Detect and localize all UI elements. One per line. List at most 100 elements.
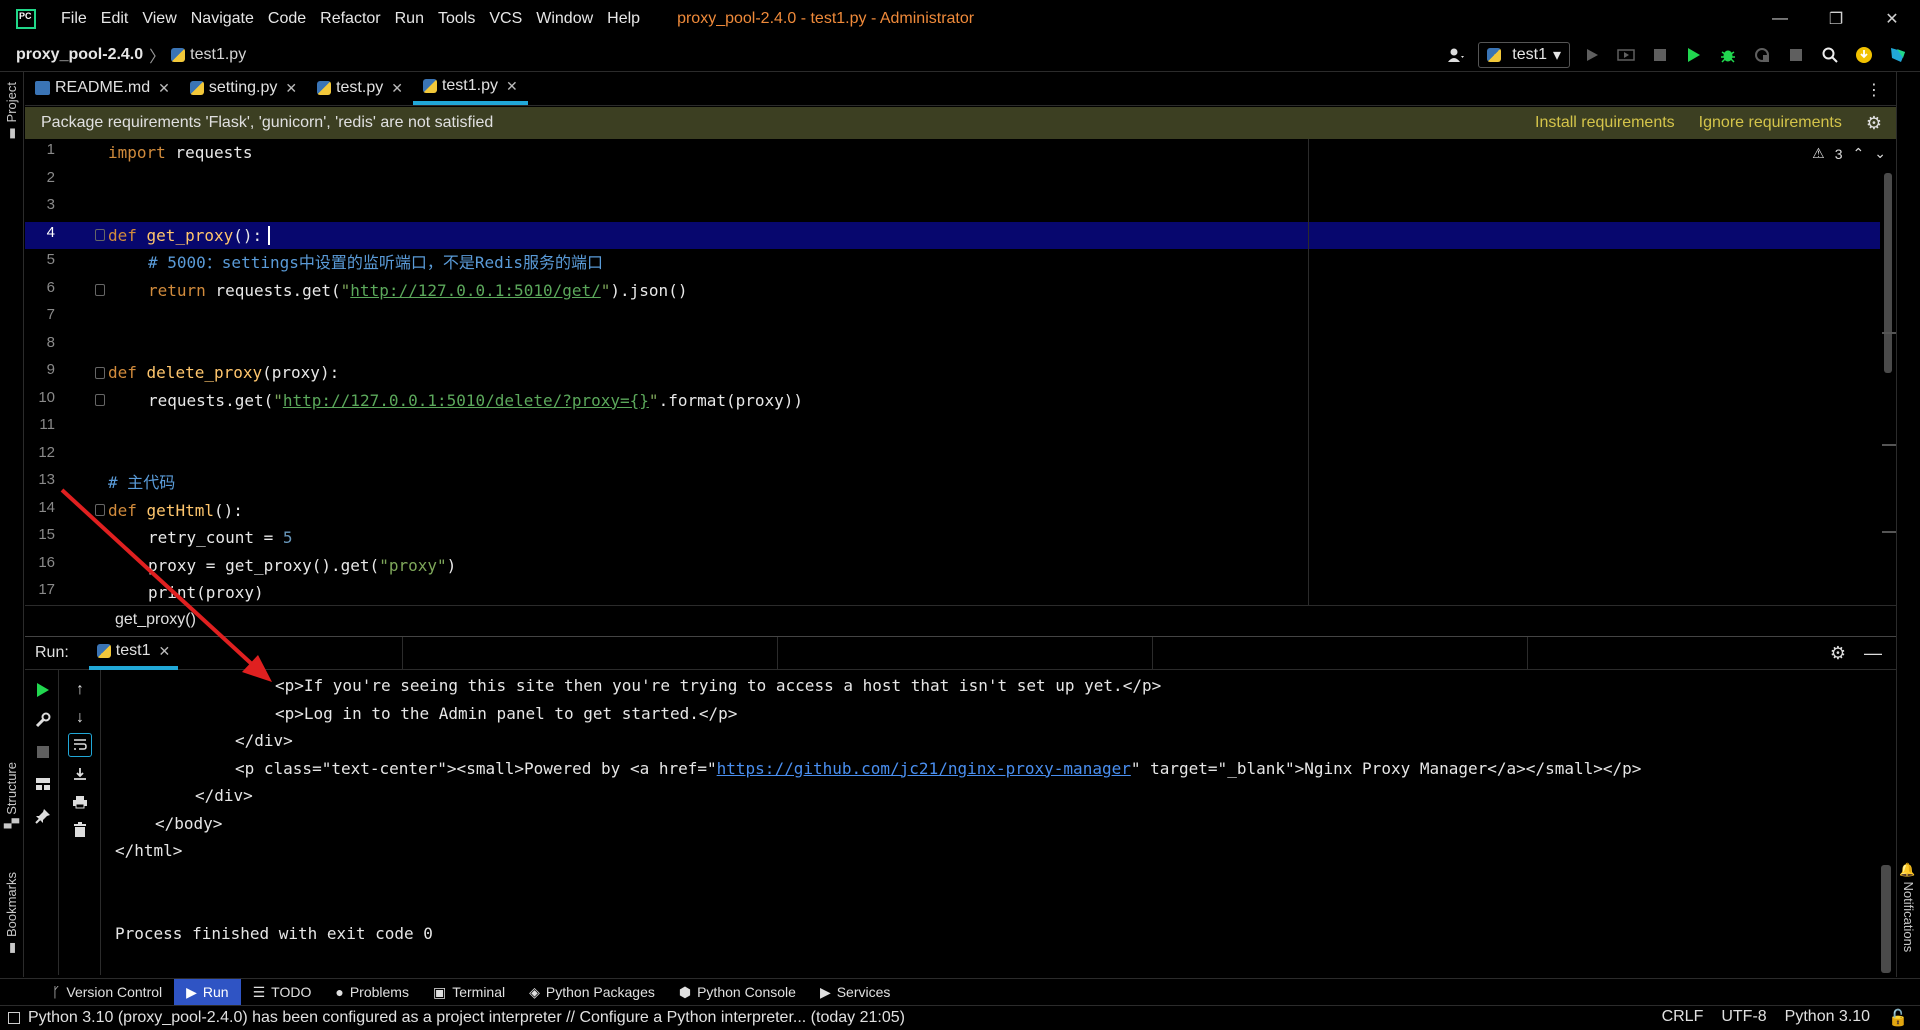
toolwindow-services[interactable]: ▶ Services: [808, 979, 902, 1006]
toolwindow-label: Python Console: [697, 984, 796, 1000]
toolwindow-version-control[interactable]: ᚴ Version Control: [40, 979, 174, 1006]
scroll-to-end-icon[interactable]: [68, 762, 92, 786]
run-tab-test1[interactable]: test1 ✕: [88, 636, 179, 670]
interpreter-widget[interactable]: Python 3.10: [1785, 1008, 1870, 1028]
close-icon[interactable]: ✕: [285, 80, 297, 97]
menu-refactor[interactable]: Refactor: [313, 10, 387, 28]
breadcrumb-project[interactable]: proxy_pool-2.4.0: [16, 46, 143, 64]
menu-vcs[interactable]: VCS: [482, 10, 529, 28]
run-icon[interactable]: [1682, 43, 1706, 67]
chevron-up-icon[interactable]: ⌃: [1853, 145, 1865, 162]
code-editor[interactable]: 1 2 3 4 5 6 7 8 9 10 11 12 13 14 15 16 1…: [25, 139, 1896, 605]
code-line-14: def getHtml():: [108, 497, 243, 525]
tab-readme[interactable]: README.md ✕: [25, 71, 180, 105]
user-icon[interactable]: [1444, 43, 1468, 67]
chevron-down-icon[interactable]: ⌄: [1874, 145, 1886, 162]
lock-icon[interactable]: 🔓: [1888, 1008, 1908, 1028]
restore-button[interactable]: ❐: [1808, 0, 1864, 38]
minimize-panel-icon[interactable]: —: [1864, 643, 1882, 664]
close-icon[interactable]: ✕: [391, 80, 403, 97]
menu-edit[interactable]: Edit: [94, 10, 136, 28]
toolwindow-run[interactable]: ▶ Run: [174, 978, 241, 1006]
line-number: 5: [46, 251, 55, 268]
menu-file[interactable]: File: [54, 10, 94, 28]
menu-code[interactable]: Code: [261, 10, 313, 28]
toolwindow-label: Run: [202, 984, 229, 1000]
encoding-widget[interactable]: UTF-8: [1721, 1008, 1766, 1028]
tab-test[interactable]: test.py ✕: [307, 71, 413, 105]
fold-marker-icon[interactable]: [95, 284, 105, 296]
print-icon[interactable]: [68, 790, 92, 814]
gear-icon[interactable]: ⚙: [1830, 643, 1846, 664]
line-number: 13: [38, 471, 55, 488]
tab-setting[interactable]: setting.py ✕: [180, 71, 307, 105]
search-icon[interactable]: [1818, 43, 1842, 67]
status-message[interactable]: Python 3.10 (proxy_pool-2.4.0) has been …: [8, 1009, 905, 1027]
fold-marker-icon[interactable]: [95, 367, 105, 379]
line-separator-widget[interactable]: CRLF: [1662, 1008, 1704, 1028]
toolwindow-python-packages[interactable]: ◈ Python Packages: [517, 979, 667, 1006]
arrow-down-icon[interactable]: ↓: [68, 706, 92, 730]
install-requirements-link[interactable]: Install requirements: [1535, 114, 1675, 132]
arrow-up-icon[interactable]: ↑: [68, 678, 92, 702]
run-disabled-icon[interactable]: [1580, 43, 1604, 67]
tab-test1[interactable]: test1.py ✕: [412, 71, 528, 105]
status-message-text: Python 3.10 (proxy_pool-2.4.0) has been …: [28, 1009, 905, 1026]
minimize-button[interactable]: —: [1752, 0, 1808, 38]
inspection-widget[interactable]: ⚠ 3 ⌃ ⌄: [1812, 145, 1886, 162]
rerun-icon[interactable]: [31, 678, 55, 702]
fold-marker-icon[interactable]: [95, 504, 105, 516]
update-icon[interactable]: [1852, 43, 1876, 67]
console-link[interactable]: https://github.com/jc21/nginx-proxy-mana…: [717, 759, 1131, 778]
toolwindow-python-console[interactable]: ⬢ Python Console: [667, 979, 808, 1006]
code-url[interactable]: http://127.0.0.1:5010/get/: [350, 281, 600, 300]
toolwindow-problems[interactable]: ● Problems: [323, 979, 421, 1006]
fold-marker-icon[interactable]: [95, 394, 105, 406]
notifications-tool-window-button[interactable]: 🔔 Notifications: [1901, 862, 1916, 952]
wrench-icon[interactable]: [31, 708, 55, 732]
bookmarks-tool-window-button[interactable]: ▮ Bookmarks: [4, 872, 19, 956]
pin-icon[interactable]: [31, 804, 55, 828]
close-icon[interactable]: ✕: [158, 643, 170, 660]
editor-breadcrumb-function[interactable]: get_proxy(): [115, 611, 196, 629]
soft-wrap-icon[interactable]: [68, 733, 92, 757]
menu-navigate[interactable]: Navigate: [184, 10, 261, 28]
run-panel-tools: ⚙ —: [1830, 643, 1896, 664]
stop-icon[interactable]: [1784, 43, 1808, 67]
code-url[interactable]: http://127.0.0.1:5010/delete/?proxy={}: [283, 391, 649, 410]
debug-icon[interactable]: [1716, 43, 1740, 67]
close-window-button[interactable]: ✕: [1864, 0, 1920, 38]
run-configuration-select[interactable]: test1 ▾: [1478, 41, 1570, 68]
editor-scrollbar[interactable]: [1884, 173, 1892, 373]
toolwindow-todo[interactable]: ☰ TODO: [241, 979, 324, 1006]
run-console-output[interactable]: <p>If you're seeing this site then you'r…: [102, 670, 1880, 975]
menu-window[interactable]: Window: [529, 10, 600, 28]
info-icon: ●: [335, 984, 344, 1000]
fold-marker-icon[interactable]: [95, 229, 105, 241]
stop-disabled-icon[interactable]: [1648, 43, 1672, 67]
menu-tools[interactable]: Tools: [431, 10, 482, 28]
python-file-icon: [189, 81, 204, 95]
console-exit-line: Process finished with exit code 0: [115, 923, 433, 943]
stop-icon[interactable]: [31, 740, 55, 764]
run-with-coverage-icon[interactable]: [1614, 43, 1638, 67]
close-icon[interactable]: ✕: [506, 78, 518, 95]
breadcrumb-file[interactable]: test1.py: [190, 46, 246, 64]
more-vertical-icon[interactable]: ⋮: [1866, 80, 1882, 100]
ignore-requirements-link[interactable]: Ignore requirements: [1699, 114, 1842, 132]
structure-label: Structure: [4, 762, 19, 815]
close-icon[interactable]: ✕: [158, 80, 170, 97]
structure-tool-window-button[interactable]: ▚ Structure: [4, 762, 19, 828]
gear-icon[interactable]: ⚙: [1866, 113, 1882, 134]
menu-run[interactable]: Run: [388, 10, 431, 28]
jetbrains-toolbox-icon[interactable]: [1886, 43, 1910, 67]
profile-icon[interactable]: [1750, 43, 1774, 67]
project-tool-window-button[interactable]: ▮ Project: [4, 82, 19, 141]
toolwindow-terminal[interactable]: ▣ Terminal: [421, 979, 517, 1006]
console-scrollbar[interactable]: [1881, 865, 1891, 973]
trash-icon[interactable]: [68, 818, 92, 842]
layout-icon[interactable]: [31, 772, 55, 796]
menu-help[interactable]: Help: [600, 10, 647, 28]
menu-view[interactable]: View: [135, 10, 183, 28]
code-token: return: [148, 280, 206, 300]
